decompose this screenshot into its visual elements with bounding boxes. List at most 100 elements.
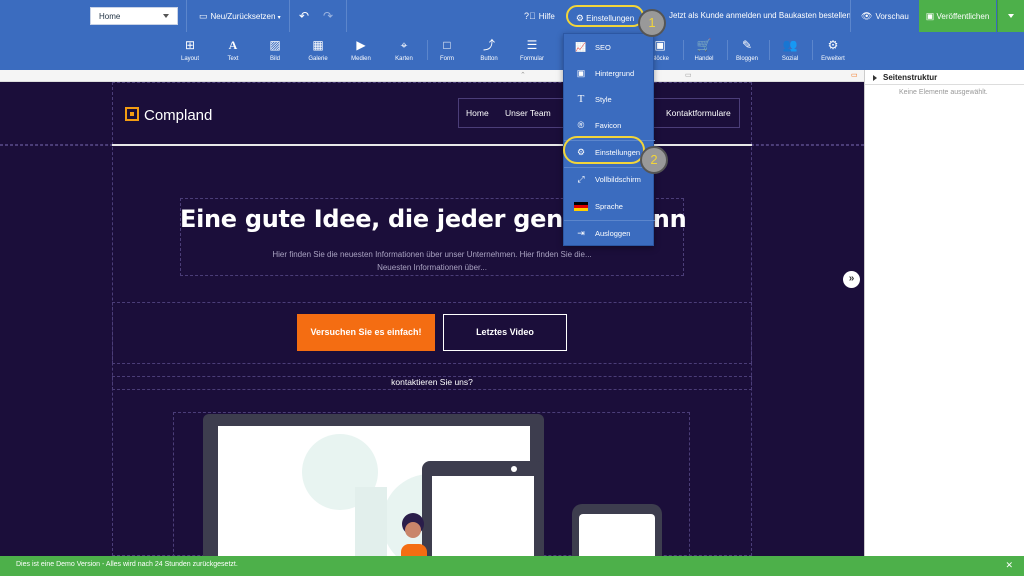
settings-label: Einstellungen	[586, 14, 635, 23]
tool-layout[interactable]: ⊞ Layout	[170, 38, 210, 64]
preview-label: Vorschau	[875, 12, 909, 21]
tool-gallery[interactable]: ▦ Galerie	[298, 38, 338, 64]
media-icon: ▶	[356, 38, 366, 52]
contact-text[interactable]: kontaktieren Sie uns?	[112, 376, 752, 390]
customer-login-link[interactable]: Jetzt als Kunde anmelden und Baukasten b…	[669, 0, 851, 32]
undo-icon: ↶	[299, 9, 310, 23]
ruler-marker: ⌃	[520, 72, 526, 79]
publish-label: Veröffentlichen	[936, 12, 990, 21]
menu-item-label: Vollbildschirm	[595, 175, 641, 184]
double-chevron-right-icon: »	[848, 273, 855, 284]
logout-icon: ⇥	[577, 228, 585, 238]
tool-label: Layout	[180, 56, 199, 62]
menu-item-style[interactable]: T Style	[564, 86, 655, 113]
tool-label: Bild	[269, 56, 280, 62]
structure-panel-title: Seitenstruktur	[883, 73, 938, 82]
tool-social[interactable]: 👥 Sozial	[770, 38, 810, 64]
help-icon: ?⃝	[524, 11, 536, 21]
toolbar-divider	[346, 0, 347, 32]
menu-item-label: Sprache	[595, 202, 623, 211]
tool-label: Karten	[395, 56, 413, 62]
settings-button[interactable]: ⚙ Einstellungen	[566, 5, 644, 27]
publish-dropdown-button[interactable]	[997, 0, 1024, 32]
undo-button[interactable]: ↶	[299, 0, 309, 32]
close-icon[interactable]: ✕	[1005, 560, 1013, 571]
illustration-building	[355, 487, 387, 556]
cart-icon: 🛒	[696, 38, 712, 52]
tool-label: Text	[227, 56, 239, 62]
tool-image[interactable]: ▨ Bild	[255, 38, 295, 64]
tool-label: Sozial	[781, 56, 799, 62]
redo-button[interactable]: ↷	[323, 0, 333, 32]
expand-panel-button[interactable]: »	[843, 271, 860, 288]
person-face	[405, 522, 421, 538]
demo-notice-text: Dies ist eine Demo Version - Alles wird …	[16, 561, 238, 568]
tool-blog[interactable]: ✎ Bloggen	[727, 38, 767, 64]
chevron-down-icon	[1008, 14, 1014, 18]
tool-label: Bloggen	[735, 56, 759, 62]
nav-item-home[interactable]: Home	[466, 108, 489, 118]
menu-item-label: SEO	[595, 43, 611, 52]
structure-empty-text: Keine Elemente ausgewählt.	[899, 89, 988, 96]
chevron-down-icon	[163, 14, 169, 18]
page-select[interactable]: Home	[90, 7, 178, 25]
hero-subtext[interactable]: Hier finden Sie die neuesten Information…	[180, 248, 684, 274]
hero-subtext-line: Hier finden Sie die neuesten Information…	[272, 250, 592, 259]
tool-text[interactable]: A Text	[213, 38, 253, 64]
social-icon: 👥	[782, 38, 798, 52]
menu-item-favicon[interactable]: ® Favicon	[564, 112, 655, 139]
tool-formular[interactable]: ☰ Formular	[512, 38, 552, 64]
toolbar-divider	[289, 0, 290, 32]
gears-icon: ⚙	[827, 38, 839, 52]
blog-icon: ✎	[741, 38, 753, 52]
image-icon: ▨	[269, 38, 281, 52]
background-icon: ▣	[576, 68, 586, 78]
editor-canvas[interactable]: Compland Home Unser Team Kontaktformular…	[0, 82, 864, 556]
publish-button[interactable]: ▣ Veröffentlichen	[919, 0, 996, 32]
structure-panel-header[interactable]: Seitenstruktur	[865, 70, 1024, 85]
registered-icon: ®	[577, 120, 585, 130]
callout-badge-2: 2	[640, 146, 668, 174]
form-icon: □	[443, 38, 451, 52]
site-logo[interactable]: Compland	[125, 107, 212, 124]
tool-shop[interactable]: 🛒 Handel	[684, 38, 724, 64]
preview-button[interactable]: 👁 Vorschau	[861, 0, 909, 32]
menu-item-label: Ausloggen	[595, 229, 631, 238]
tool-button[interactable]: ⤴ Button	[469, 38, 509, 64]
device-icon[interactable]: ▭	[851, 71, 858, 79]
ruler-bar: ⌃ ▭ ▭	[0, 70, 864, 82]
cta-button[interactable]: Versuchen Sie es einfach!	[297, 314, 435, 351]
help-label: Hilfe	[538, 12, 555, 21]
toolbar-divider	[186, 0, 187, 32]
video-button[interactable]: Letztes Video	[443, 314, 567, 351]
menu-item-label: Favicon	[595, 121, 622, 130]
nav-item-team[interactable]: Unser Team	[505, 108, 551, 118]
text-icon: A	[228, 38, 238, 52]
logo-text: Compland	[144, 107, 213, 124]
menu-item-language[interactable]: Sprache	[564, 193, 655, 220]
chevron-down-icon: ▾	[277, 15, 281, 21]
tool-media[interactable]: ▶ Medien	[341, 38, 381, 64]
tool-form[interactable]: □ Form	[427, 38, 467, 64]
demo-notice-bar: Dies ist eine Demo Version - Alles wird …	[0, 556, 1024, 576]
device-illustration[interactable]	[180, 412, 680, 556]
menu-item-fullscreen[interactable]: ⤢ Vollbildschirm	[564, 166, 655, 193]
nav-item-contact[interactable]: Kontaktformulare	[666, 108, 731, 118]
menu-item-logout[interactable]: ⇥ Ausloggen	[564, 220, 655, 247]
person-shirt	[401, 544, 427, 556]
flag-de-icon	[574, 193, 588, 220]
tool-map[interactable]: ⌖ Karten	[384, 38, 424, 64]
menu-item-seo[interactable]: 📈 SEO	[564, 34, 655, 61]
button-icon: ⤴	[482, 38, 495, 52]
reset-button[interactable]: ▭ Neu/Zurücksetzen ▾	[199, 0, 281, 32]
menu-item-background[interactable]: ▣ Hintergrund	[564, 60, 655, 87]
structure-panel: Seitenstruktur Keine Elemente ausgewählt…	[864, 70, 1024, 556]
help-button[interactable]: ?⃝ Hilfe	[524, 0, 555, 32]
logo-icon	[125, 107, 139, 121]
tool-advanced[interactable]: ⚙ Erweitert	[813, 38, 853, 64]
map-icon: ⌖	[400, 38, 408, 52]
toolbar-divider	[850, 0, 851, 32]
tool-label: Form	[440, 56, 454, 62]
top-toolbar: Home ▭ Neu/Zurücksetzen ▾ ↶ ↷ ?⃝ Hilfe ⚙ E…	[0, 0, 1024, 70]
gear-icon: ⚙	[575, 13, 584, 23]
